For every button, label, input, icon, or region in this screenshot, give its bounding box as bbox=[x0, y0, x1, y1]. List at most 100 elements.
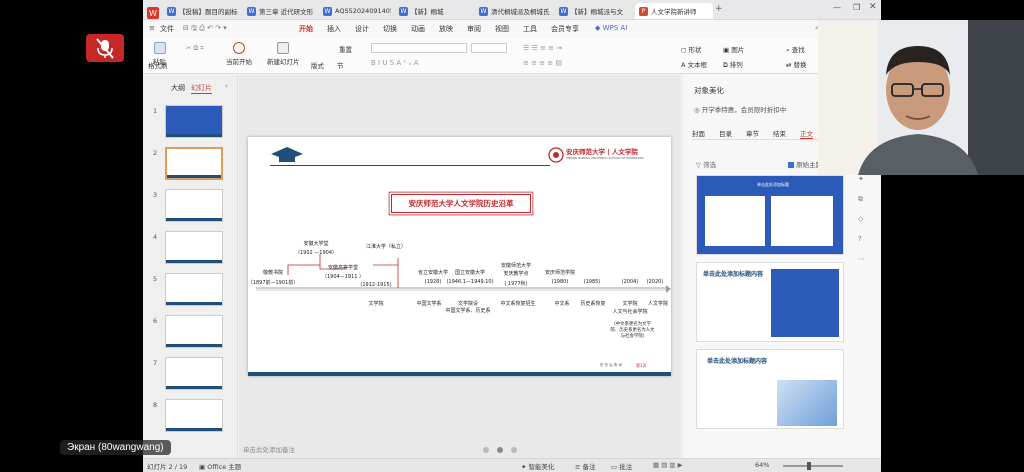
font-family-select[interactable] bbox=[371, 43, 467, 53]
current-slide[interactable]: 安庆师范大学 | 人文学院 ANQING NORMAL UNIVERSITY S… bbox=[248, 137, 671, 376]
zoom-level[interactable]: 64% bbox=[755, 461, 769, 469]
notes-placeholder[interactable]: 单击此处添加备注 bbox=[243, 444, 295, 454]
menu-review[interactable]: 审阅 bbox=[467, 24, 481, 34]
menu-member[interactable]: 会员专享 bbox=[551, 24, 579, 34]
document-tab[interactable]: W 【新】桐城 bbox=[395, 3, 471, 19]
align-icons[interactable]: ≡ ≡ ≡ ≡ ▤ bbox=[523, 59, 562, 67]
microphone-muted-icon[interactable] bbox=[86, 34, 124, 62]
timeline-label: 敬敷书院 bbox=[262, 270, 284, 276]
format-brush-button[interactable]: 格式刷 bbox=[148, 60, 168, 70]
close-icon[interactable]: ✕ bbox=[869, 2, 877, 12]
menu-tools[interactable]: 工具 bbox=[523, 24, 537, 34]
menu-start[interactable]: 开始 bbox=[299, 24, 313, 34]
timeline-label: 国立安徽大学 bbox=[454, 270, 486, 276]
tab-slides[interactable]: 幻灯片 bbox=[191, 83, 212, 94]
font-size-select[interactable] bbox=[471, 43, 507, 53]
slide-thumbnail[interactable] bbox=[165, 315, 223, 348]
font-style-icons[interactable]: B I U S A ⁿ ₓ A bbox=[371, 59, 418, 67]
document-tab[interactable]: P 人文学院新讲师 bbox=[635, 3, 713, 19]
timeline-label: (1980) bbox=[551, 279, 569, 285]
template-card-1[interactable]: 单击此处添加标题 bbox=[696, 175, 844, 255]
new-tab-icon[interactable]: + bbox=[715, 4, 723, 14]
template-card-3[interactable]: 单击此处添加标题内容 bbox=[696, 349, 844, 429]
menu-animation[interactable]: 动画 bbox=[411, 24, 425, 34]
clipboard-icons[interactable]: ✂ ⧉ ⌗ bbox=[186, 44, 204, 53]
template-tab[interactable]: 目录 bbox=[719, 128, 732, 138]
timeline-label: (1985) bbox=[583, 279, 601, 285]
collapse-panel-icon[interactable]: ‹ bbox=[225, 82, 228, 90]
notes-button[interactable]: ≡ 备注 bbox=[575, 461, 596, 471]
arrange-label: 排列 bbox=[729, 61, 743, 69]
wps-window: W W【投稿】题目的副标W第三章 近代研文形WAQS520240914056W【… bbox=[143, 0, 881, 472]
template-tab[interactable]: 章节 bbox=[746, 128, 759, 138]
document-tab[interactable]: W 【投稿】题目的副标 bbox=[163, 3, 239, 19]
hamburger-icon[interactable]: ≡ bbox=[149, 24, 155, 32]
wps-logo-icon[interactable]: W bbox=[147, 4, 159, 19]
menu-design[interactable]: 设计 bbox=[355, 24, 369, 34]
tab-outline[interactable]: 大纲 bbox=[171, 83, 185, 93]
menu-view[interactable]: 视图 bbox=[495, 24, 509, 34]
slide-thumbnail[interactable] bbox=[165, 231, 223, 264]
promo-text[interactable]: ◎ 开学季特惠，会员限时折扣中 bbox=[694, 104, 786, 114]
template-tab[interactable]: 封面 bbox=[692, 128, 705, 138]
document-tab[interactable]: W 【新】桐城派与文 bbox=[555, 3, 631, 19]
shape-button[interactable]: ◻ 形状 bbox=[681, 44, 701, 54]
paragraph-icons[interactable]: ☰ ☰ ≡ ≡ ⇥ bbox=[523, 44, 562, 52]
view-mode-icons[interactable]: ▦ ▤ ▥ ▶ bbox=[653, 461, 683, 469]
slide-thumbnail[interactable] bbox=[165, 147, 223, 180]
reset-button[interactable]: 重置 bbox=[339, 44, 352, 54]
minimize-icon[interactable]: — bbox=[833, 3, 841, 12]
thumbnail-footer-bar bbox=[166, 134, 222, 137]
slide-thumbnail[interactable] bbox=[165, 105, 223, 138]
template-tab[interactable]: 结束 bbox=[773, 128, 786, 138]
layout-button[interactable]: 版式 bbox=[311, 60, 324, 70]
shapes-icon[interactable]: ◇ bbox=[858, 215, 863, 223]
replace-button[interactable]: ⇄ 替换 bbox=[786, 59, 807, 69]
new-slide-button[interactable]: 新建幻灯片 bbox=[267, 42, 300, 66]
arrange-button[interactable]: ⧉ 排列 bbox=[723, 59, 743, 70]
slide-counter: 幻灯片 2 / 19 bbox=[147, 463, 188, 471]
page-dot[interactable] bbox=[511, 447, 517, 453]
template-tab[interactable]: 正文 bbox=[800, 128, 813, 139]
theme-name[interactable]: ▣ Office 主题 bbox=[199, 461, 241, 471]
page-dot[interactable] bbox=[483, 447, 489, 453]
filter-button[interactable]: ▽ 筛选 bbox=[696, 159, 716, 169]
zoom-slider-thumb[interactable] bbox=[807, 462, 811, 470]
document-tab[interactable]: W 清代桐城派及桐城氏 bbox=[475, 3, 551, 19]
page-dot-active[interactable] bbox=[497, 447, 503, 453]
more-icon[interactable]: ⋯ bbox=[858, 255, 865, 263]
zoom-slider[interactable] bbox=[783, 465, 843, 467]
find-button[interactable]: ⌕ 查找 bbox=[786, 44, 805, 55]
help-icon[interactable]: ? bbox=[858, 235, 862, 243]
grid-icon[interactable]: ⧉ bbox=[858, 195, 863, 204]
slide-thumbnail[interactable] bbox=[165, 273, 223, 306]
template-card-2[interactable]: 单击此处添加标题内容 bbox=[696, 262, 844, 342]
play-current-button[interactable]: 当前开始 bbox=[226, 42, 252, 66]
ribbon-toolbar: 粘贴 格式刷 ✂ ⧉ ⌗ 当前开始 新建幻灯片 版式 节 重置 B I U S … bbox=[143, 38, 881, 74]
original-theme-checkbox[interactable]: 原始主题 bbox=[788, 159, 822, 169]
slide-thumbnail[interactable] bbox=[165, 399, 223, 432]
textbox-button[interactable]: A 文本框 bbox=[681, 59, 707, 69]
smart-beautify-button[interactable]: ✦ 智能美化 bbox=[521, 461, 555, 471]
image-button[interactable]: ▣ 图片 bbox=[723, 44, 744, 54]
toolbar-quick-icons[interactable]: ⊟ 🖫 ⎙ ↶ ↷ ▾ bbox=[183, 24, 227, 35]
menu-transition[interactable]: 切换 bbox=[383, 24, 397, 34]
maximize-icon[interactable]: ❐ bbox=[853, 3, 860, 12]
document-tab[interactable]: W 第三章 近代研文形 bbox=[243, 3, 315, 19]
slide-number: 2 bbox=[153, 149, 158, 157]
menu-file[interactable]: 文件 bbox=[160, 24, 174, 34]
comments-button[interactable]: ▭ 批注 bbox=[611, 461, 632, 471]
menu-slideshow[interactable]: 放映 bbox=[439, 24, 453, 34]
slide-thumbnail[interactable] bbox=[165, 357, 223, 390]
menu-insert[interactable]: 插入 bbox=[327, 24, 341, 34]
card3-title: 单击此处添加标题内容 bbox=[707, 358, 768, 365]
section-button[interactable]: 节 bbox=[337, 60, 344, 70]
document-tab[interactable]: WAQS520240914056 bbox=[319, 3, 391, 19]
star-icon[interactable]: ✦ bbox=[858, 175, 864, 183]
textbox-label: 文本框 bbox=[687, 61, 708, 69]
timeline-label: 中国文学系 bbox=[416, 301, 442, 307]
menu-wps-ai[interactable]: ◆ WPS AI bbox=[595, 24, 627, 32]
timeline-label: 中文系恢复招生 bbox=[500, 301, 536, 307]
timeline-label: 文学院设 bbox=[457, 301, 479, 307]
slide-thumbnail[interactable] bbox=[165, 189, 223, 222]
